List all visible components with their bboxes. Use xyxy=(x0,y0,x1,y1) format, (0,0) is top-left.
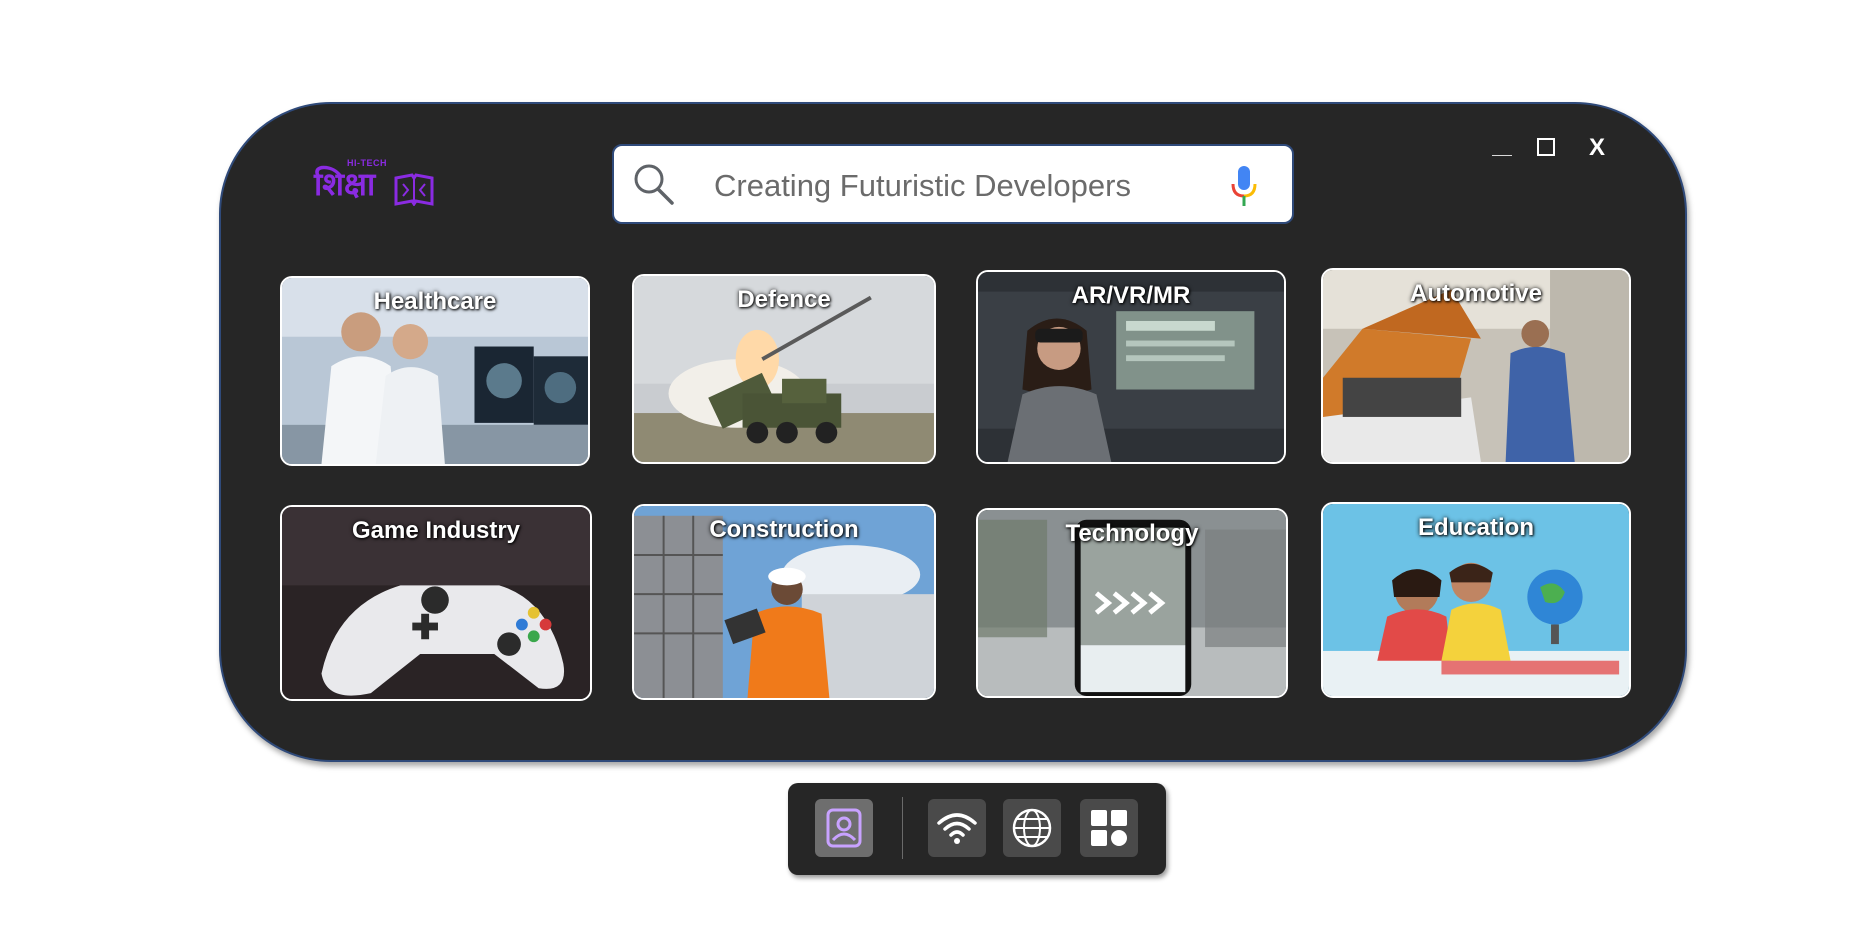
category-card-automotive[interactable]: Automotive xyxy=(1321,268,1631,464)
category-label: AR/VR/MR xyxy=(1071,282,1191,309)
category-card-healthcare[interactable]: Healthcare xyxy=(280,276,590,466)
category-label: Game Industry xyxy=(351,517,521,544)
category-card-ar-vr-mr[interactable]: AR/VR/MR xyxy=(976,270,1286,464)
minimize-button[interactable] xyxy=(1492,144,1514,156)
globe-icon xyxy=(1012,808,1052,848)
category-label: Automotive xyxy=(1410,280,1542,307)
category-card-defence[interactable]: Defence xyxy=(632,274,936,464)
dock-apps-button[interactable] xyxy=(1080,799,1138,857)
search-bar[interactable]: Creating Futuristic Developers xyxy=(612,144,1294,224)
microphone-icon[interactable] xyxy=(1228,164,1260,208)
app-window: HI-TECH शिक्षा Creating Futuristic Devel… xyxy=(219,102,1687,762)
category-card-education[interactable]: Education xyxy=(1321,502,1631,698)
search-input[interactable]: Creating Futuristic Developers xyxy=(714,168,1131,204)
close-button[interactable]: X xyxy=(1589,136,1605,160)
category-label: Healthcare xyxy=(373,288,497,315)
dock-separator xyxy=(902,797,903,859)
book-icon xyxy=(394,173,434,206)
category-card-game-industry[interactable]: Game Industry xyxy=(280,505,592,701)
category-card-technology[interactable]: Technology xyxy=(976,508,1288,698)
user-profile-icon xyxy=(826,808,862,848)
apps-grid-icon xyxy=(1091,810,1127,846)
logo-main-text: शिक्षा xyxy=(314,165,376,203)
category-label: Defence xyxy=(737,286,831,313)
category-label: Education xyxy=(1417,514,1534,541)
search-icon[interactable] xyxy=(632,162,676,206)
taskbar-dock xyxy=(788,783,1166,875)
wifi-icon xyxy=(937,813,977,844)
category-label: Construction xyxy=(709,516,859,543)
maximize-button[interactable] xyxy=(1537,138,1555,156)
dock-profile-button[interactable] xyxy=(815,799,873,857)
hi-tech-shiksha-logo: HI-TECH शिक्षा xyxy=(314,158,444,208)
dock-wifi-button[interactable] xyxy=(928,799,986,857)
category-card-construction[interactable]: Construction xyxy=(632,504,936,700)
dock-globe-button[interactable] xyxy=(1003,799,1061,857)
category-label: Technology xyxy=(1065,520,1199,547)
